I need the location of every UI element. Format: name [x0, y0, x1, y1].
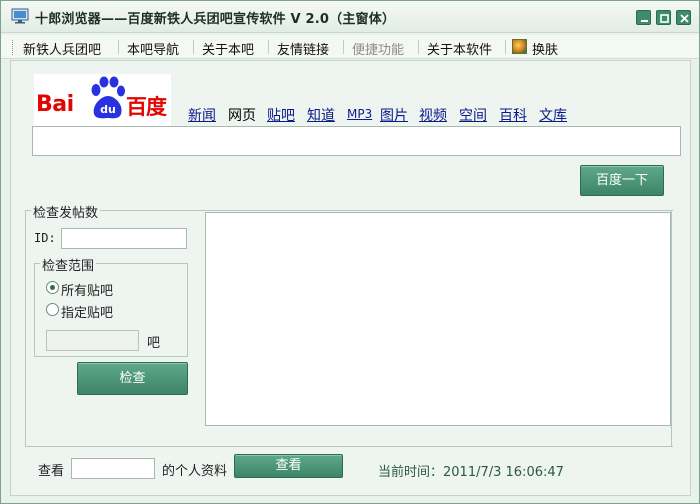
logo-text-cn: 百度 [126, 95, 167, 119]
radio-selected-dot [50, 285, 55, 290]
nav-link-zhidao[interactable]: 知道 [307, 105, 335, 125]
current-time-label: 当前时间：2011/7/3 16:06:47 [378, 465, 564, 480]
id-input[interactable] [61, 228, 187, 249]
minimize-button[interactable] [636, 10, 651, 25]
id-label: ID: [34, 231, 56, 245]
menu-grip[interactable] [12, 40, 14, 55]
radio-specific-bar-label[interactable]: 指定贴吧 [61, 302, 113, 321]
monitor-icon [11, 8, 29, 24]
radio-specific-bar[interactable] [46, 303, 59, 316]
bar-suffix: 吧 [147, 336, 161, 351]
main-window: 十郎浏览器——百度新铁人兵团吧宣传软件 V 2.0（主窗体） 新铁人兵团吧 本吧… [0, 0, 700, 504]
menu-item-quick-tools: 便捷功能 [352, 43, 405, 58]
nav-link-web[interactable]: 网页 [228, 105, 256, 125]
baidu-paw-icon: du [91, 76, 125, 119]
skin-icon[interactable] [512, 39, 527, 54]
nav-link-tieba[interactable]: 贴吧 [267, 105, 295, 125]
radio-all-bars[interactable] [46, 281, 59, 294]
nav-link-video[interactable]: 视频 [419, 105, 447, 125]
nav-link-wenku[interactable]: 文库 [539, 105, 567, 125]
nav-link-baike[interactable]: 百科 [499, 105, 527, 125]
group-border [671, 210, 672, 447]
menu-separator [193, 40, 194, 54]
menu-item-about-software[interactable]: 关于本软件 [427, 39, 492, 58]
nav-link-news[interactable]: 新闻 [188, 105, 216, 125]
check-scope-title: 检查范围 [40, 255, 97, 274]
menu-item-forum[interactable]: 新铁人兵团吧 [23, 39, 101, 58]
maximize-icon [660, 14, 669, 23]
menu-item-about-forum[interactable]: 关于本吧 [202, 39, 254, 58]
window-title: 十郎浏览器——百度新铁人兵团吧宣传软件 V 2.0（主窗体） [35, 12, 396, 27]
close-icon [680, 14, 689, 23]
menu-separator [505, 40, 506, 54]
minimize-icon [641, 20, 648, 22]
radio-all-bars-label[interactable]: 所有贴吧 [61, 280, 113, 299]
close-button[interactable] [676, 10, 691, 25]
maximize-button[interactable] [656, 10, 671, 25]
nav-link-space[interactable]: 空间 [459, 105, 487, 125]
profile-suffix: 的个人资料 [162, 464, 228, 479]
menu-bar: 新铁人兵团吧 本吧导航 关于本吧 友情链接 便捷功能 关于本软件 换肤 [1, 35, 699, 59]
check-button[interactable]: 检查 [77, 362, 188, 395]
menu-item-friend-links[interactable]: 友情链接 [277, 39, 329, 58]
menu-separator [343, 40, 344, 54]
menu-separator [268, 40, 269, 54]
baidu-search-input[interactable] [32, 126, 681, 156]
view-profile-button[interactable]: 查看 [234, 454, 343, 478]
bar-name-input [46, 330, 139, 351]
logo-text-latin: Bai [36, 92, 74, 117]
view-label: 查看 [38, 464, 65, 479]
result-textarea[interactable] [205, 212, 671, 426]
menu-item-skin[interactable]: 换肤 [532, 39, 558, 58]
baidu-search-button[interactable]: 百度一下 [580, 165, 664, 196]
check-posts-title: 检查发帖数 [31, 202, 101, 221]
nav-link-mp3[interactable]: MP3 [347, 107, 372, 121]
logo-paw-text: du [100, 103, 116, 116]
profile-username-input[interactable] [71, 458, 155, 479]
nav-link-images[interactable]: 图片 [380, 105, 408, 125]
menu-separator [418, 40, 419, 54]
baidu-logo: Bai du 百度 [34, 74, 171, 126]
title-bar[interactable]: 十郎浏览器——百度新铁人兵团吧宣传软件 V 2.0（主窗体） [1, 1, 699, 33]
menu-item-navigation[interactable]: 本吧导航 [127, 39, 179, 58]
menu-separator [118, 40, 119, 54]
